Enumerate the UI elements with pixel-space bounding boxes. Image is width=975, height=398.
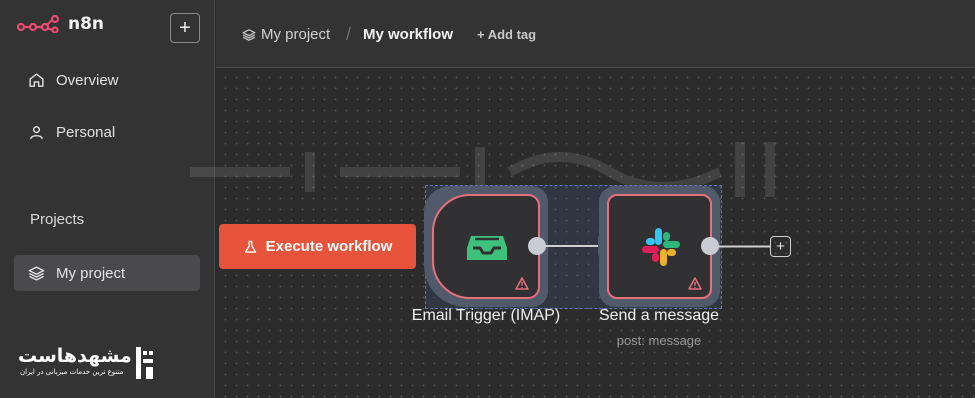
sidebar-item-label: Overview (56, 71, 119, 89)
sidebar-item-my-project[interactable]: My project (14, 255, 200, 291)
n8n-logo-icon (16, 15, 60, 33)
send-message-node[interactable] (607, 194, 712, 299)
breadcrumb-separator: / (346, 24, 352, 44)
breadcrumb-project-label: My project (261, 26, 331, 43)
add-node-button[interactable]: + (770, 236, 791, 257)
output-handle[interactable] (528, 237, 546, 255)
sidebar-item-personal[interactable]: Personal (14, 114, 200, 150)
flask-icon (244, 240, 256, 253)
layers-icon (242, 28, 256, 41)
watermark-mark-icon (136, 347, 153, 379)
workflow-title[interactable]: My workflow (363, 26, 453, 43)
watermark-tagline: متنوع ترین خدمات میزبانی در ایران (20, 368, 124, 376)
watermark-logo: مشهدهاست متنوع ترین خدمات میزبانی در ایر… (18, 345, 158, 383)
projects-heading: Projects (30, 211, 85, 228)
home-icon (26, 72, 46, 89)
output-handle[interactable] (701, 237, 719, 255)
email-trigger-label: Email Trigger (IMAP) (411, 307, 561, 324)
execute-workflow-label: Execute workflow (265, 238, 393, 255)
sidebar-item-label: My project (56, 264, 126, 282)
execute-workflow-button[interactable]: Execute workflow (219, 224, 416, 269)
breadcrumb-project[interactable]: My project (242, 26, 330, 43)
warning-icon (688, 277, 702, 290)
layers-icon (26, 265, 46, 282)
connector-line (718, 245, 770, 248)
n8n-logo[interactable]: n8n (16, 14, 104, 34)
slack-icon (642, 228, 680, 266)
sidebar-item-label: Personal (56, 123, 116, 141)
new-item-button[interactable]: + (170, 13, 200, 43)
watermark-name: مشهدهاست (18, 345, 132, 367)
app-name: n8n (68, 14, 105, 34)
top-bar: My project / My workflow + Add tag (216, 0, 975, 68)
add-tag-button[interactable]: + Add tag (477, 27, 536, 42)
inbox-icon (467, 236, 507, 260)
sidebar-item-overview[interactable]: Overview (14, 62, 200, 98)
email-trigger-node[interactable] (432, 194, 540, 299)
send-message-label: Send a message (598, 307, 720, 324)
user-icon (26, 124, 46, 141)
warning-icon (515, 277, 529, 290)
send-message-subtitle: post: message (616, 333, 702, 348)
